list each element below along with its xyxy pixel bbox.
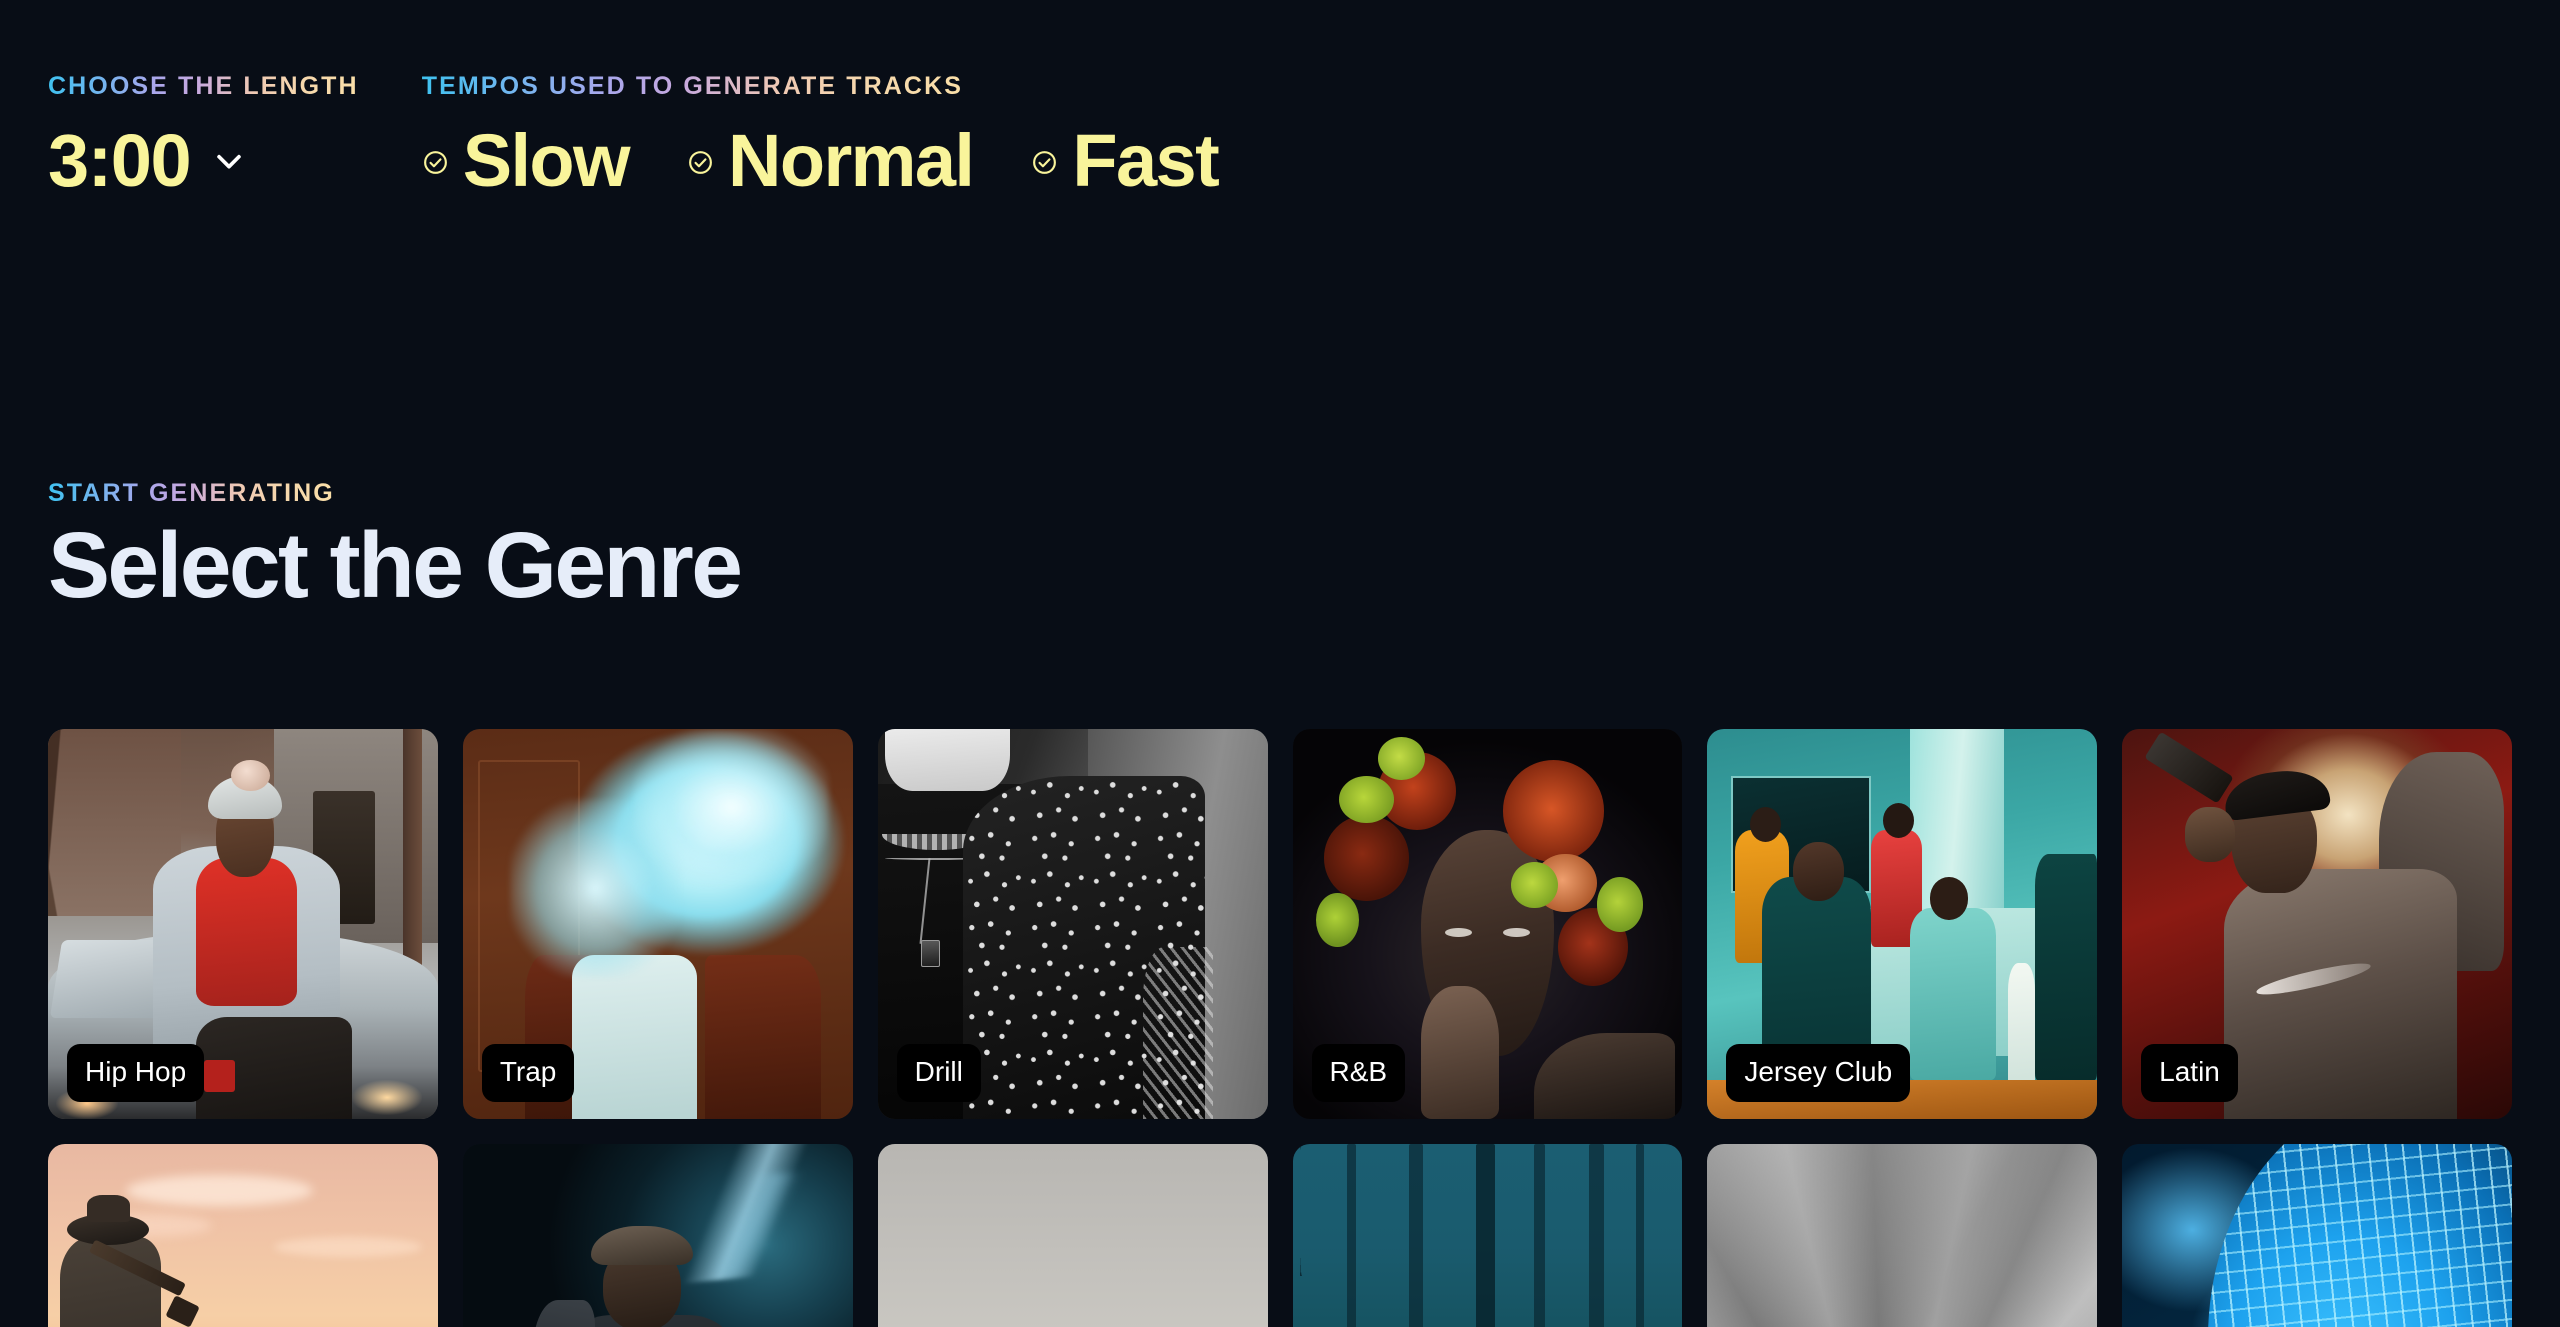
genre-card-row2-5[interactable] [1707,1143,2098,1327]
genre-card-hip-hop[interactable]: Hip Hop [48,729,438,1119]
genre-card-rnb[interactable]: R&B [1292,729,1683,1119]
tempo-option-slow[interactable]: Slow [422,119,631,202]
genre-label: R&B [1311,1043,1406,1102]
genre-artwork-gray-fan [1707,1143,2098,1327]
genre-grid: Hip Hop Trap Drill R&B Jersey Club Latin [48,729,2512,1327]
tempo-eyebrow: TEMPOS USED TO GENERATE TRACKS [421,72,964,100]
genre-artwork-misty-forest [1292,1143,1683,1327]
top-controls: CHOOSE THE LENGTH 3:00 TEMPOS USED TO GE… [48,72,1220,202]
tempo-option-fast[interactable]: Fast [1031,119,1220,202]
genre-artwork-country [48,1143,438,1327]
check-circle-icon[interactable] [1031,149,1058,176]
tempo-label-slow: Slow [462,119,631,202]
genre-card-row2-4[interactable] [1292,1143,1683,1327]
genre-label: Jersey Club [1726,1043,1911,1102]
tempo-option-normal[interactable]: Normal [687,119,975,202]
genre-label: Drill [896,1043,981,1102]
genre-card-row2-2[interactable] [462,1143,853,1327]
generator-page: CHOOSE THE LENGTH 3:00 TEMPOS USED TO GE… [0,0,2560,1327]
genre-card-drill[interactable]: Drill [877,729,1268,1119]
genre-label: Trap [481,1043,575,1102]
start-generating-eyebrow: START GENERATING [48,479,335,507]
genre-card-row2-6[interactable] [2122,1143,2512,1327]
genre-card-latin[interactable]: Latin [2122,729,2512,1119]
choose-length-eyebrow: CHOOSE THE LENGTH [48,72,359,100]
check-circle-icon[interactable] [422,149,449,176]
page-title: Select the Genre [48,513,743,617]
genre-card-trap[interactable]: Trap [462,729,853,1119]
tempo-label-normal: Normal [728,119,975,202]
length-value: 3:00 [48,119,192,202]
genre-section-header: START GENERATING Select the Genre [48,479,743,617]
genre-artwork-pale-sky [877,1143,1268,1327]
tempo-label-fast: Fast [1072,119,1219,202]
check-circle-icon[interactable] [687,149,714,176]
genre-artwork-dark-performer [462,1143,853,1327]
genre-card-row2-3[interactable] [877,1143,1268,1327]
tempo-options: Slow Normal Fast [422,119,1220,202]
genre-label: Latin [2141,1043,2238,1102]
genre-label: Hip Hop [67,1043,205,1102]
chevron-down-icon[interactable] [212,144,246,178]
genre-card-row2-1[interactable] [48,1143,438,1327]
genre-card-jersey-club[interactable]: Jersey Club [1707,729,2098,1119]
length-control-group: CHOOSE THE LENGTH 3:00 [48,72,359,202]
tempo-control-group: TEMPOS USED TO GENERATE TRACKS Slow Norm… [421,72,1220,202]
genre-artwork-blue-disco [2122,1143,2512,1327]
length-dropdown[interactable]: 3:00 [48,119,359,202]
